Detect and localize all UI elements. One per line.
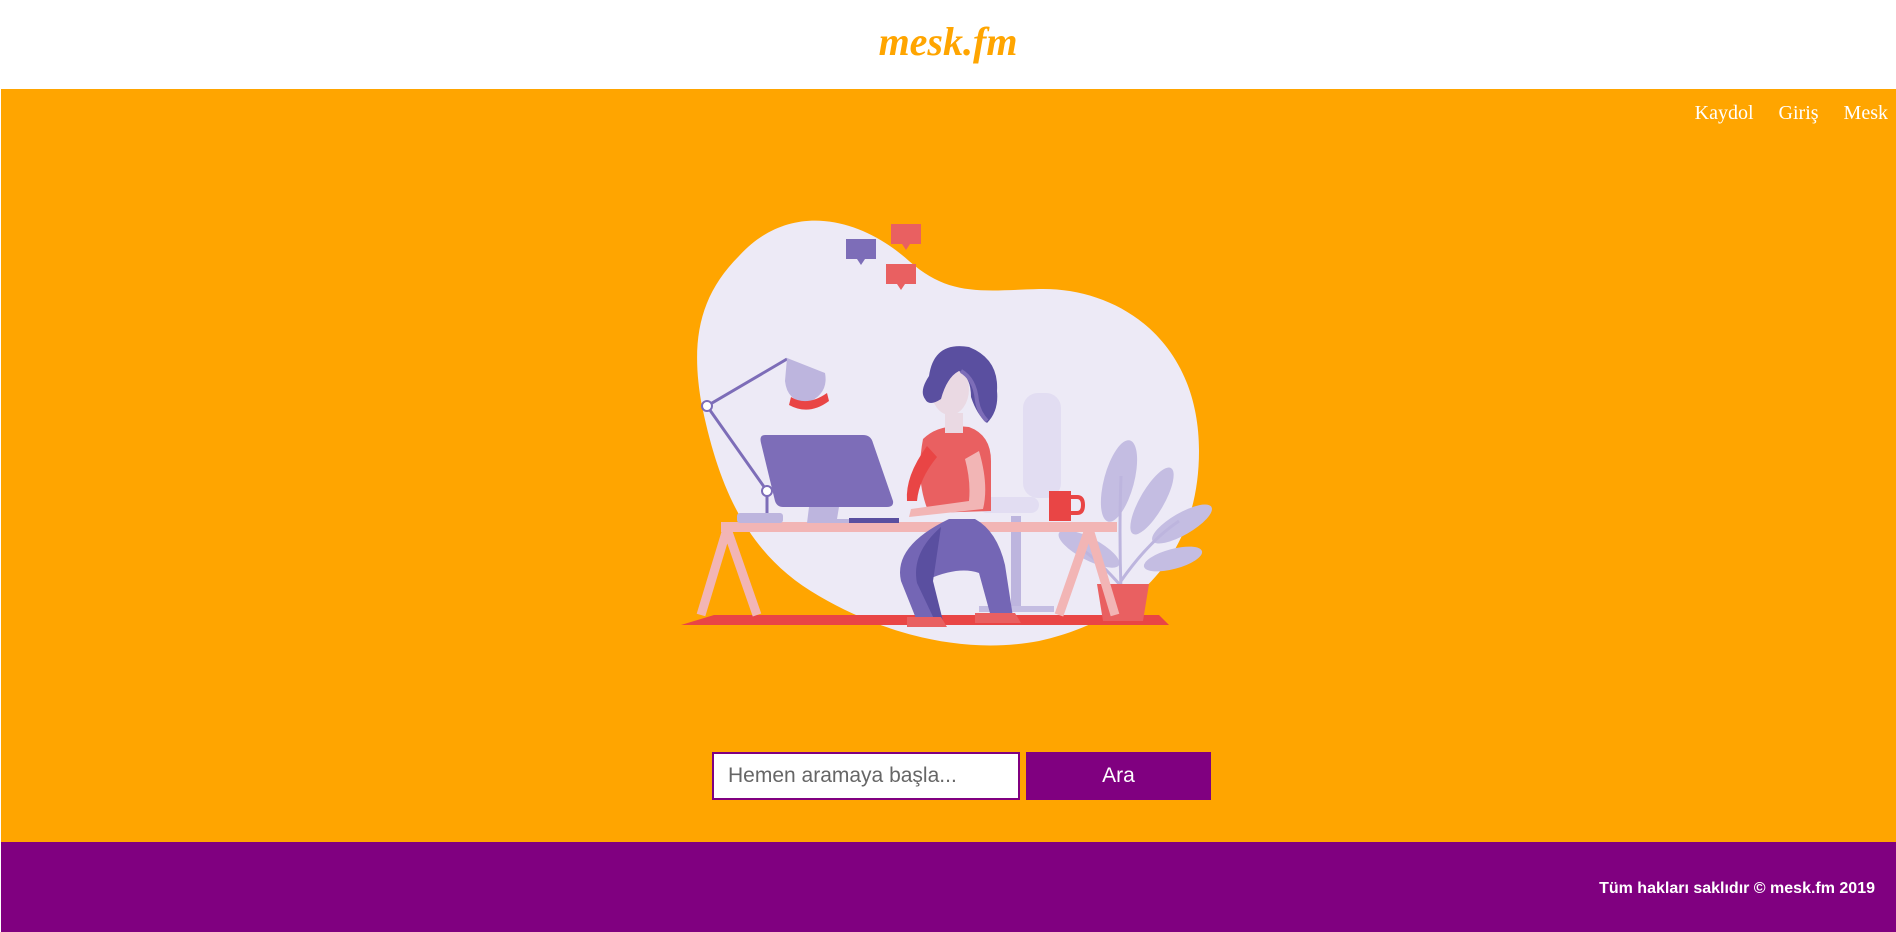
nav-link-giris[interactable]: Giriş (1779, 101, 1819, 125)
nav-link-kaydol[interactable]: Kaydol (1695, 101, 1754, 125)
desk-top (721, 522, 1117, 532)
site-footer: Tüm hakları saklıdır © mesk.fm 2019 (1, 842, 1896, 932)
keyboard (849, 518, 899, 523)
site-logo[interactable]: mesk.fm (0, 18, 1896, 66)
desk-leg (696, 527, 762, 617)
woman-shoe (975, 613, 1021, 623)
top-header: mesk.fm (0, 0, 1896, 89)
chair-back (1023, 393, 1061, 498)
woman-neck (945, 413, 963, 433)
chat-bubble-icon (891, 224, 921, 250)
hero-illustration (681, 220, 1212, 646)
desk-lamp-base (737, 513, 783, 523)
search-input[interactable] (712, 752, 1020, 800)
nav-link-mesk[interactable]: Mesk (1844, 101, 1888, 125)
search-form: Ara (712, 752, 1211, 800)
footer-copyright: Tüm hakları saklıdır © mesk.fm 2019 (1599, 880, 1875, 897)
main-nav: Kaydol Giriş Mesk (1695, 101, 1888, 125)
hero-section: Kaydol Giriş Mesk Hemen aramaya başla...… (1, 89, 1896, 842)
monitor-screen (760, 435, 894, 507)
coffee-mug (1049, 491, 1071, 521)
woman-shoe (907, 617, 947, 627)
search-button[interactable]: Ara (1026, 752, 1211, 800)
